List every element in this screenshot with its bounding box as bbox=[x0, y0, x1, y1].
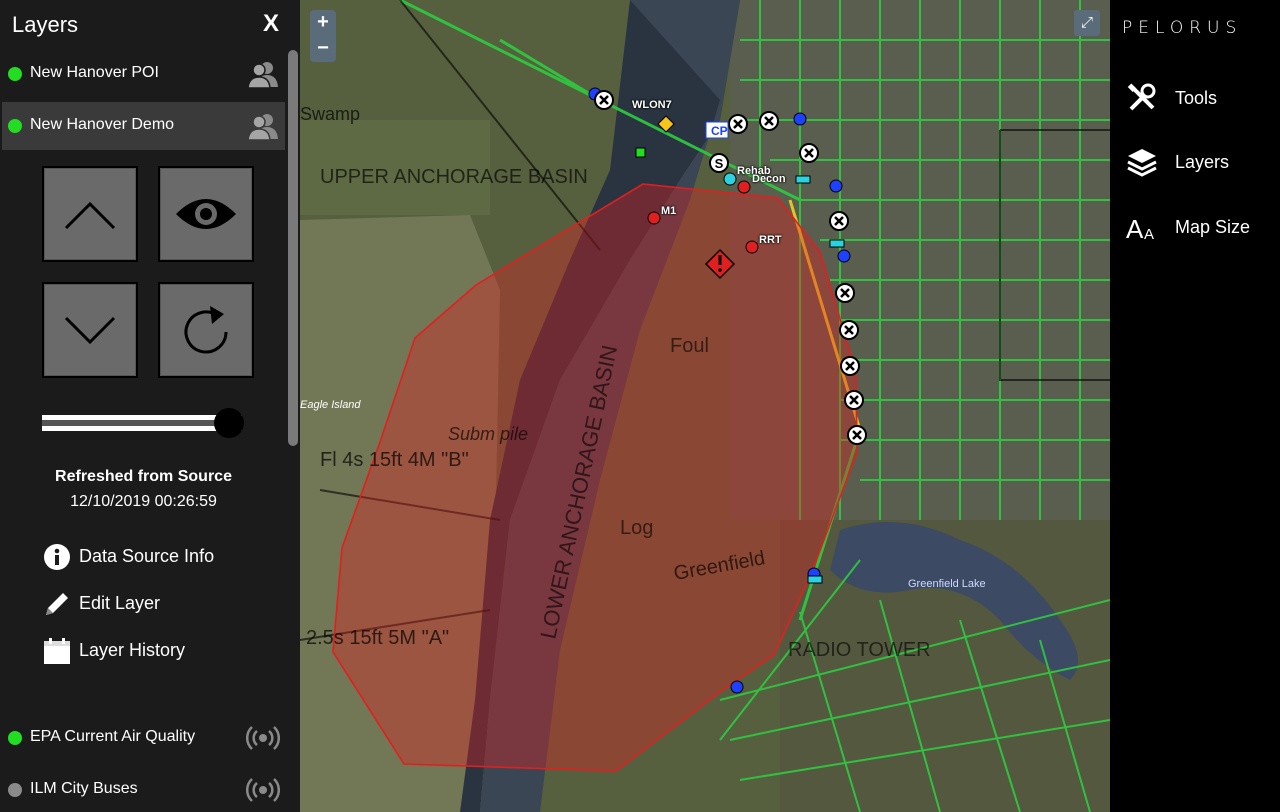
menu-item-layers[interactable]: Layers bbox=[1126, 144, 1276, 180]
font-size-icon: A A bbox=[1126, 214, 1154, 243]
broadcast-icon bbox=[246, 726, 280, 750]
broadcast-icon bbox=[246, 778, 280, 802]
chart-text: Log bbox=[620, 517, 653, 539]
calendar-icon bbox=[44, 638, 70, 664]
layers-icon bbox=[1127, 149, 1157, 177]
layer-row-new-hanover-demo[interactable]: New Hanover Demo bbox=[2, 102, 285, 150]
layer-name: New Hanover POI bbox=[30, 64, 159, 81]
toggle-visibility-button[interactable] bbox=[158, 166, 254, 262]
refresh-icon bbox=[184, 306, 228, 354]
green-marker[interactable] bbox=[635, 147, 646, 158]
action-label: Data Source Info bbox=[79, 546, 215, 566]
svg-text:A: A bbox=[1126, 214, 1144, 243]
pencil-icon bbox=[46, 593, 68, 615]
users-icon bbox=[247, 114, 278, 140]
layer-name: EPA Current Air Quality bbox=[30, 728, 196, 745]
scrollbar-thumb[interactable] bbox=[288, 50, 298, 446]
refresh-label: Refreshed from Source bbox=[55, 468, 232, 485]
layer-history-link[interactable]: Layer History bbox=[42, 636, 212, 666]
data-source-info-link[interactable]: Data Source Info bbox=[42, 542, 222, 572]
status-dot bbox=[8, 783, 22, 797]
chart-text: Subm pile bbox=[448, 424, 528, 444]
chart-text: RADIO TOWER bbox=[788, 639, 931, 661]
m1-marker[interactable] bbox=[647, 211, 661, 225]
map-view[interactable]: UPPER ANCHORAGE BASIN Swamp Eagle Island… bbox=[300, 0, 1110, 812]
tools-icon bbox=[1127, 83, 1156, 111]
edit-layer-link[interactable]: Edit Layer bbox=[42, 589, 202, 619]
status-dot bbox=[8, 67, 22, 81]
chart-text: Eagle Island bbox=[300, 399, 361, 411]
eye-icon bbox=[176, 199, 236, 229]
action-label: Layer History bbox=[79, 640, 186, 660]
cp-label: CP bbox=[711, 124, 728, 138]
menu-label: Layers bbox=[1175, 152, 1230, 172]
menu-label: Map Size bbox=[1175, 217, 1251, 237]
svg-text:A: A bbox=[1144, 226, 1154, 243]
layer-name: New Hanover Demo bbox=[30, 116, 175, 133]
chart-text: UPPER ANCHORAGE BASIN bbox=[320, 166, 588, 188]
brand-logo: PELORUS bbox=[1122, 18, 1243, 38]
layer-row-ilm-city-buses[interactable]: ILM City Buses bbox=[2, 766, 285, 812]
cyan-marker[interactable] bbox=[723, 172, 737, 186]
staging-icon-letter: S bbox=[715, 156, 724, 171]
users-icon bbox=[247, 62, 278, 88]
chart-text: 2.5s 15ft 5M "A" bbox=[306, 627, 449, 649]
right-menu: PELORUS Tools Layers A A Map Size bbox=[1110, 0, 1280, 812]
layer-row-epa-air-quality[interactable]: EPA Current Air Quality bbox=[2, 714, 285, 762]
move-layer-up-button[interactable] bbox=[42, 166, 138, 262]
slider-handle[interactable] bbox=[214, 408, 244, 438]
map-canvas: UPPER ANCHORAGE BASIN Swamp Eagle Island… bbox=[300, 0, 1110, 812]
wlon7-label: WLON7 bbox=[632, 99, 672, 111]
menu-item-map-size[interactable]: A A Map Size bbox=[1126, 209, 1276, 245]
zoom-control: + − bbox=[310, 10, 336, 62]
expand-map-button[interactable]: ⤢ bbox=[1074, 10, 1100, 36]
chart-text: Foul bbox=[670, 335, 709, 357]
refresh-layer-button[interactable] bbox=[158, 282, 254, 378]
menu-label: Tools bbox=[1175, 88, 1218, 108]
zoom-in-button[interactable]: + bbox=[310, 10, 336, 36]
decon-label: Decon bbox=[752, 173, 786, 185]
chart-text: Fl 4s 15ft 4M "B" bbox=[320, 449, 469, 471]
action-label: Edit Layer bbox=[79, 593, 161, 613]
rrt-label: RRT bbox=[759, 234, 782, 246]
opacity-slider[interactable] bbox=[42, 408, 244, 438]
status-dot bbox=[8, 119, 22, 133]
command-post-icon[interactable]: CP bbox=[705, 121, 729, 139]
layer-row-new-hanover-poi[interactable]: New Hanover POI bbox=[2, 50, 285, 98]
move-up-icon bbox=[64, 201, 116, 230]
status-dot bbox=[8, 731, 22, 745]
menu-item-tools[interactable]: Tools bbox=[1126, 80, 1276, 116]
slider-track-fill bbox=[42, 420, 242, 426]
move-down-icon bbox=[64, 316, 116, 345]
zoom-out-button[interactable]: − bbox=[310, 36, 336, 62]
chart-text: Greenfield Lake bbox=[908, 578, 986, 590]
move-layer-down-button[interactable] bbox=[42, 282, 138, 378]
refresh-timestamp: 12/10/2019 00:26:59 bbox=[70, 493, 217, 510]
panel-title: Layers bbox=[12, 12, 79, 37]
close-button[interactable]: X bbox=[263, 10, 279, 38]
layers-panel: Layers X New Hanover POI New Hanover Dem… bbox=[0, 0, 300, 812]
layer-name: ILM City Buses bbox=[30, 780, 138, 797]
chart-text: Swamp bbox=[300, 104, 360, 124]
rrt-marker[interactable] bbox=[745, 240, 759, 254]
info-icon bbox=[44, 544, 70, 570]
m1-label: M1 bbox=[661, 205, 677, 217]
decon-marker[interactable] bbox=[737, 180, 751, 194]
